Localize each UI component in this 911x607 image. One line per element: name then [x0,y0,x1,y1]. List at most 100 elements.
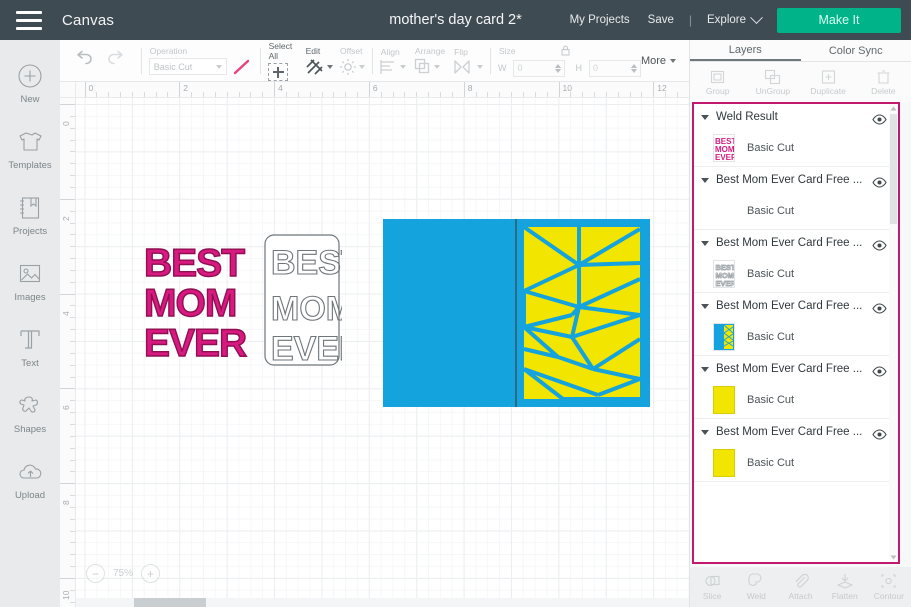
ruler-tick-minor [70,459,75,461]
ruler-tick-minor [70,269,75,271]
edit-button[interactable] [305,58,333,76]
attach-button[interactable]: Attach [778,567,822,607]
width-input[interactable]: 0 [513,59,566,77]
sidebar-item-shapes[interactable]: Shapes [0,382,60,444]
flip-button[interactable] [453,59,484,75]
chevron-down-icon[interactable] [701,303,709,309]
scroll-up-arrow[interactable] [889,104,898,113]
ruler-tick-minor [191,92,193,97]
layer-header[interactable]: Best Mom Ever Card Free ... [694,230,893,256]
ruler-tick [60,578,75,579]
scrollbar-thumb[interactable] [890,114,897,224]
select-all-button[interactable] [267,62,288,81]
canvas-area[interactable]: BEST MOM EVER BEST MOM EVER [60,82,690,607]
redo-icon[interactable] [106,50,126,71]
sidebar-item-templates[interactable]: Templates [0,118,60,180]
artwork-outline-text[interactable]: BEST MOM EVER [262,232,342,368]
ruler-tick-minor [70,186,75,188]
operation-select[interactable]: Basic Cut [148,58,227,75]
duplicate-button[interactable]: Duplicate [801,62,856,102]
layer-header[interactable]: Best Mom Ever Card Free ... [694,167,893,193]
ruler-tick-minor [629,92,631,97]
layer-header[interactable]: Best Mom Ever Card Free ... [694,293,893,319]
layer-sublayer[interactable]: BESTMOMEVER Basic Cut [694,256,893,292]
arrange-group: Arrange [414,40,445,82]
eye-icon[interactable] [872,364,887,377]
layer-sublayer[interactable]: Basic Cut [694,382,893,418]
chevron-down-icon[interactable] [701,177,709,183]
sidebar-item-images[interactable]: Images [0,250,60,312]
ungroup-button[interactable]: UnGroup [745,62,800,102]
canvas-grid[interactable]: BEST MOM EVER BEST MOM EVER [76,98,690,607]
arrange-button[interactable] [414,58,440,75]
ruler-tick-minor [70,175,75,177]
weld-button[interactable]: Weld [734,567,778,607]
layer-sublayer[interactable]: Basic Cut [694,193,893,229]
slice-button[interactable]: Slice [690,567,734,607]
artwork-pink-text[interactable]: BEST MOM EVER [142,240,252,360]
save-button[interactable]: Save [639,14,683,26]
layer-row: Best Mom Ever Card Free ... Basic Cut [694,293,893,356]
ruler-tick-minor [451,92,453,97]
sidebar-item-text[interactable]: Text [0,316,60,378]
layers-list: Weld Result BESTMOMEVER Basic Cut [694,104,893,482]
layer-header[interactable]: Best Mom Ever Card Free ... [694,419,893,445]
make-it-button[interactable]: Make It [777,7,901,33]
svg-text:MOM: MOM [144,282,236,325]
sidebar-item-new[interactable]: New [0,52,60,114]
more-dropdown[interactable]: More [641,55,684,67]
sidebar-item-upload[interactable]: Upload [0,448,60,510]
sidebar-item-projects[interactable]: Projects [0,184,60,246]
horizontal-scrollbar[interactable] [76,598,690,607]
scroll-down-arrow[interactable] [889,553,898,562]
explore-dropdown[interactable]: Explore [698,10,769,26]
ruler-tick-minor [70,400,75,402]
ruler-tick-minor [70,542,75,544]
ruler-tick-minor [380,92,382,97]
ruler-tick-minor [143,92,145,97]
layer-sublayer[interactable]: BESTMOMEVER Basic Cut [694,130,893,166]
layer-header[interactable]: Weld Result [694,104,893,130]
height-input[interactable]: 0 [588,59,641,77]
tab-layers[interactable]: Layers [690,40,801,61]
eye-icon[interactable] [872,238,887,251]
operation-label: Operation [149,45,188,56]
color-swatch-button[interactable] [231,58,253,76]
contour-button[interactable]: Contour [867,567,911,607]
ruler-tick-minor [617,92,619,97]
layer-header[interactable]: Best Mom Ever Card Free ... [694,356,893,382]
eye-icon[interactable] [872,301,887,314]
zoom-in-button[interactable]: + [141,564,161,583]
group-button[interactable]: Group [690,62,745,102]
width-stepper[interactable] [555,63,562,73]
layer-row: Best Mom Ever Card Free ... Basic Cut [694,419,893,482]
offset-button[interactable] [339,58,365,76]
chevron-down-icon [433,64,440,69]
hamburger-icon[interactable] [16,10,42,30]
chevron-down-icon[interactable] [701,366,709,372]
chevron-down-icon[interactable] [701,114,709,120]
tab-color-sync[interactable]: Color Sync [801,40,911,61]
align-button[interactable] [380,59,406,75]
ruler-tick-minor [70,447,75,449]
zoom-out-button[interactable]: − [86,564,105,583]
ruler-tick-minor [321,92,323,97]
eye-icon[interactable] [872,175,887,188]
layer-thumbnail [713,386,735,414]
ruler-tick-minor [70,601,75,603]
artwork-card[interactable] [383,219,650,407]
layer-sublayer[interactable]: Basic Cut [694,319,893,355]
my-projects-link[interactable]: My Projects [561,14,639,26]
height-stepper[interactable] [630,63,637,73]
chevron-down-icon[interactable] [701,240,709,246]
chevron-down-icon[interactable] [701,429,709,435]
ruler-tick-minor [605,92,607,97]
lock-icon[interactable] [561,45,570,58]
undo-icon[interactable] [74,50,94,71]
eye-icon[interactable] [872,427,887,440]
layers-scrollbar[interactable] [889,104,898,562]
delete-button[interactable]: Delete [856,62,911,102]
flatten-button[interactable]: Flatten [823,567,867,607]
layer-sublayer[interactable]: Basic Cut [694,445,893,481]
eye-icon[interactable] [872,112,887,125]
